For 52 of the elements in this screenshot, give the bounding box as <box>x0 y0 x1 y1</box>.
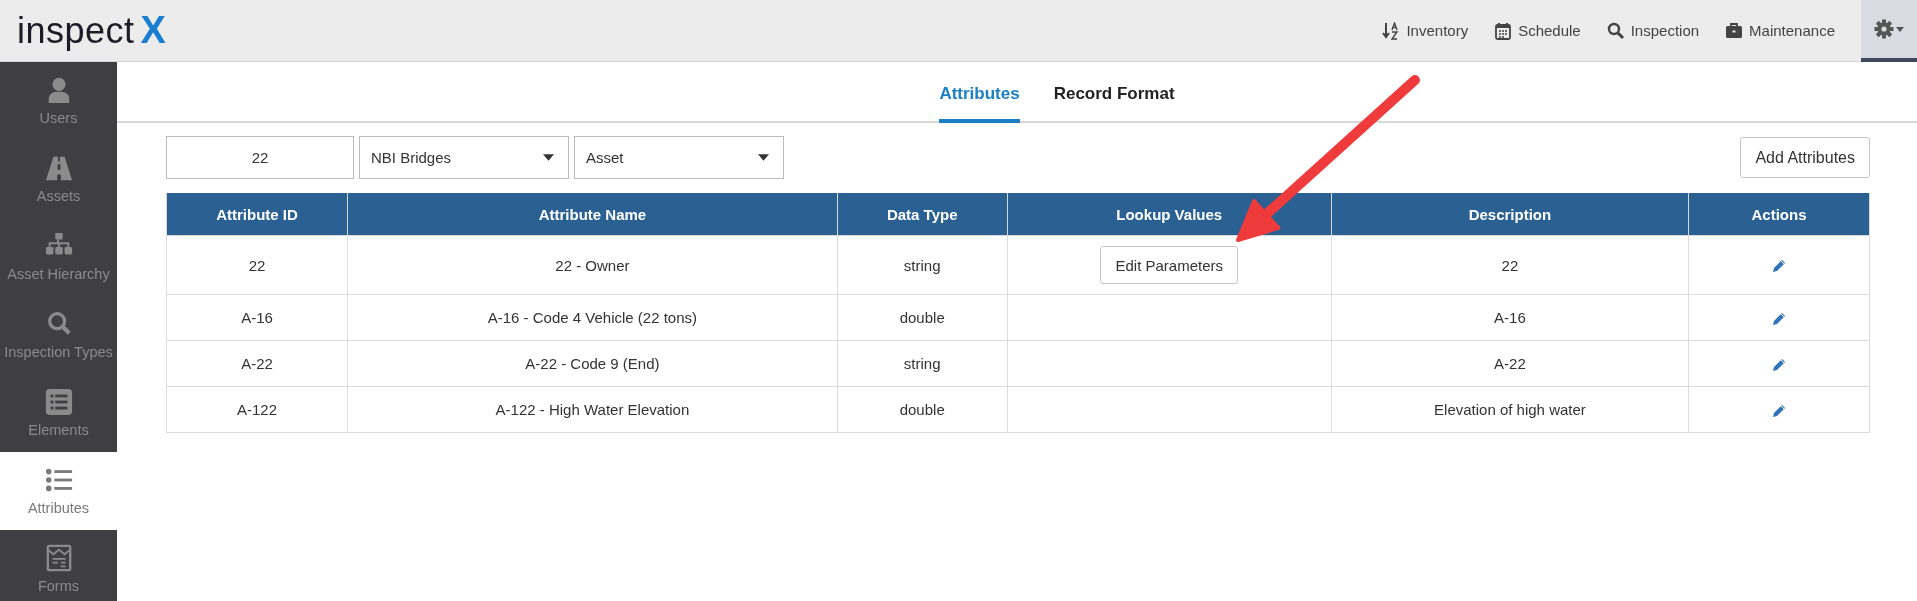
nav-link[interactable]: Inspection <box>1606 21 1700 40</box>
type-dropdown[interactable]: Asset <box>574 136 784 179</box>
search-field[interactable]: 22 <box>166 136 354 179</box>
table-cell: A-22 <box>166 340 348 387</box>
column-header: Actions <box>1688 193 1870 236</box>
tab[interactable]: Attributes <box>939 84 1020 123</box>
briefcase-icon <box>1725 21 1744 40</box>
table-cell: double <box>837 386 1008 433</box>
column-header: Attribute Name <box>347 193 838 236</box>
calendar-icon <box>1494 21 1513 40</box>
column-header: Attribute ID <box>166 193 348 236</box>
road-icon <box>44 154 73 182</box>
settings-icon <box>1874 18 1904 39</box>
logo-mark: X <box>140 9 166 52</box>
table-cell: 22 <box>166 235 348 295</box>
caret-icon <box>758 154 769 161</box>
add-attributes-button[interactable]: Add Attributes <box>1740 137 1870 178</box>
column-header: Description <box>1331 193 1689 236</box>
table-cell: string <box>837 340 1008 387</box>
column-header: Data Type <box>837 193 1008 236</box>
edit-parameters-button[interactable]: Edit Parameters <box>1100 246 1238 284</box>
nav-link[interactable]: Maintenance <box>1725 21 1835 40</box>
list-icon <box>44 388 73 416</box>
table-cell: A-16 - Code 4 Vehicle (22 tons) <box>347 294 838 341</box>
bullet-list-icon <box>44 466 73 494</box>
edit-icon[interactable] <box>1771 310 1787 327</box>
sidebar-item[interactable]: Attributes <box>0 452 117 530</box>
edit-icon[interactable] <box>1771 258 1787 274</box>
table-cell: 22 - Owner <box>347 235 838 295</box>
table-cell: double <box>837 294 1008 341</box>
caret-icon <box>543 154 554 161</box>
table-cell: A-22 <box>1331 340 1689 387</box>
edit-icon[interactable] <box>1771 356 1787 373</box>
table-cell: Elevation of high water <box>1331 386 1689 433</box>
category-dropdown[interactable]: NBI Bridges <box>359 136 569 179</box>
nav-link[interactable]: Schedule <box>1494 21 1581 40</box>
table-cell: A-122 <box>166 386 348 433</box>
edit-icon[interactable] <box>1771 402 1787 419</box>
table-cell: A-16 <box>1331 294 1689 341</box>
table-cell: A-122 - High Water Elevation <box>347 386 838 433</box>
table-cell: A-16 <box>166 294 348 341</box>
column-header: Lookup Values <box>1007 193 1332 236</box>
settings-menu-button[interactable] <box>1861 0 1917 62</box>
sort-icon <box>1382 21 1401 40</box>
table-cell: string <box>837 235 1008 295</box>
table-cell: A-22 - Code 9 (End) <box>347 340 838 387</box>
nav-link[interactable]: Inventory <box>1382 21 1469 40</box>
logo-text: inspect <box>17 10 135 52</box>
table-cell: 22 <box>1331 235 1689 295</box>
search-icon <box>1606 21 1625 40</box>
tab[interactable]: Record Format <box>1053 84 1175 123</box>
form-icon <box>44 544 73 572</box>
